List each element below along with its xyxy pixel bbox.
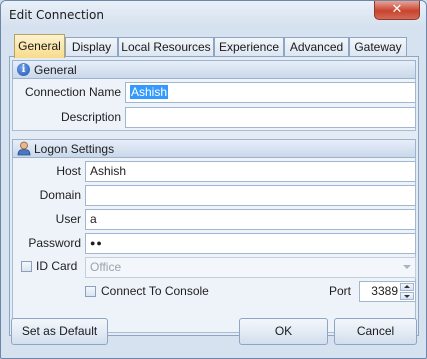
tab-gateway[interactable]: Gateway xyxy=(349,37,407,57)
logon-group-header: Logon Settings xyxy=(12,139,416,158)
host-label: Host xyxy=(56,164,81,178)
description-label: Description xyxy=(60,110,121,124)
connect-console-checkbox[interactable] xyxy=(85,286,96,297)
password-label: Password xyxy=(28,236,81,250)
connection-name-field[interactable]: Ashish xyxy=(125,82,416,103)
ok-button[interactable]: OK xyxy=(239,318,328,345)
logon-group-body: Host Ashish Domain User a Password ●● ID… xyxy=(12,158,416,333)
user-icon xyxy=(17,141,31,156)
close-button[interactable]: ✕ xyxy=(374,1,420,20)
user-label: User xyxy=(55,212,81,226)
port-spin-buttons xyxy=(400,283,414,300)
dialog-client-area: General Display Local Resources Experien… xyxy=(6,30,421,353)
set-as-default-button[interactable]: Set as Default xyxy=(11,318,108,345)
info-icon: i xyxy=(17,63,30,76)
cancel-button[interactable]: Cancel xyxy=(334,318,417,345)
id-card-value: Office xyxy=(90,260,122,274)
title-bar[interactable]: Edit Connection ✕ xyxy=(1,1,426,29)
spin-down-icon[interactable] xyxy=(400,292,414,300)
port-spinner[interactable]: 3389 xyxy=(359,281,416,302)
id-card-checkbox[interactable] xyxy=(21,261,32,272)
connect-console-label[interactable]: Connect To Console xyxy=(101,284,209,298)
edit-connection-dialog: Edit Connection ✕ General Display Local … xyxy=(0,0,427,359)
user-field[interactable]: a xyxy=(85,209,416,230)
host-field[interactable]: Ashish xyxy=(85,161,416,182)
spin-up-icon[interactable] xyxy=(400,283,414,291)
connection-name-label: Connection Name xyxy=(24,85,121,99)
domain-label: Domain xyxy=(39,188,81,202)
password-field[interactable]: ●● xyxy=(85,233,416,254)
chevron-down-icon xyxy=(403,265,411,269)
id-card-label[interactable]: ID Card xyxy=(36,259,77,273)
close-icon: ✕ xyxy=(391,2,403,17)
tab-advanced[interactable]: Advanced xyxy=(284,37,349,57)
tab-experience[interactable]: Experience xyxy=(214,37,284,57)
connection-name-value: Ashish xyxy=(130,85,169,99)
tab-local-resources[interactable]: Local Resources xyxy=(118,37,214,57)
general-group-header: i General xyxy=(12,60,416,79)
id-card-dropdown[interactable]: Office xyxy=(85,257,416,278)
port-label: Port xyxy=(329,284,352,298)
domain-field[interactable] xyxy=(85,185,416,206)
tab-general[interactable]: General xyxy=(14,34,65,58)
general-tab-panel: i General Connection Name Ashish Descrip… xyxy=(9,56,419,336)
window-title: Edit Connection xyxy=(9,8,104,22)
general-group-body: Connection Name Ashish Description xyxy=(12,79,416,131)
port-value: 3389 xyxy=(371,284,398,298)
general-group-title: General xyxy=(34,63,77,77)
logon-group-title: Logon Settings xyxy=(34,142,115,156)
description-field[interactable] xyxy=(125,107,416,128)
tab-display[interactable]: Display xyxy=(65,37,118,57)
